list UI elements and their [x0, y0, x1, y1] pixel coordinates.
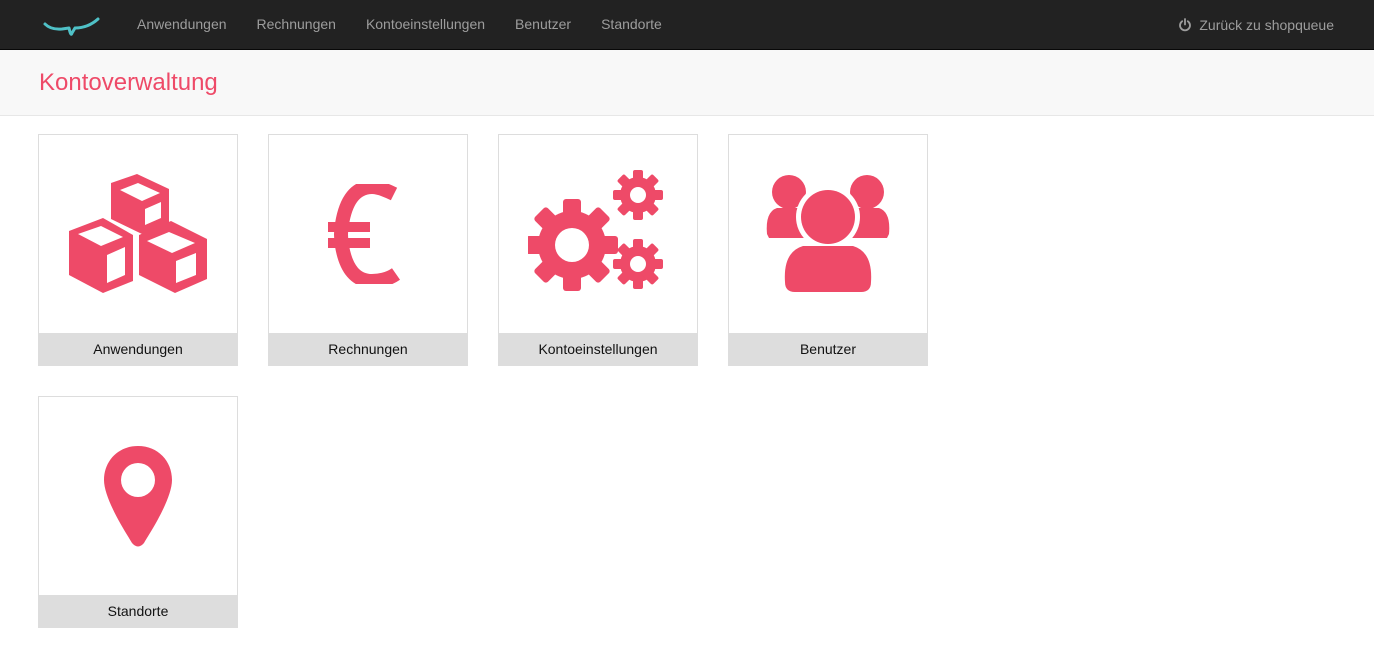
main-nav: Anwendungen Rechnungen Kontoeinstellunge…: [122, 0, 677, 50]
tile-icon-area: [499, 135, 697, 333]
tile-label: Benutzer: [729, 333, 927, 365]
tile-icon-area: [39, 397, 237, 595]
nav-link-standorte[interactable]: Standorte: [586, 0, 677, 50]
cubes-icon: [69, 174, 207, 293]
tile-benutzer[interactable]: Benutzer: [728, 134, 928, 366]
tile-standorte[interactable]: Standorte: [38, 396, 238, 628]
shopqueue-logo-icon[interactable]: [42, 11, 104, 39]
page-title: Kontoverwaltung: [39, 69, 218, 96]
tile-icon-area: [39, 135, 237, 333]
nav-link-anwendungen[interactable]: Anwendungen: [122, 0, 242, 50]
gears-icon: [528, 170, 663, 291]
tile-rechnungen[interactable]: Rechnungen: [268, 134, 468, 366]
tile-icon-area: [269, 135, 467, 333]
nav-link-benutzer[interactable]: Benutzer: [500, 0, 586, 50]
tile-kontoeinstellungen[interactable]: Kontoeinstellungen: [498, 134, 698, 366]
map-marker-icon: [104, 446, 172, 547]
tile-label: Anwendungen: [39, 333, 237, 365]
back-to-shopqueue-link[interactable]: Zurück zu shopqueue: [1178, 0, 1334, 50]
euro-icon: [328, 184, 401, 284]
tile-label: Standorte: [39, 595, 237, 627]
nav-link-kontoeinstellungen[interactable]: Kontoeinstellungen: [351, 0, 500, 50]
tile-label: Kontoeinstellungen: [499, 333, 697, 365]
power-icon: [1179, 18, 1192, 32]
nav-link-rechnungen[interactable]: Rechnungen: [242, 0, 351, 50]
tile-label: Rechnungen: [269, 333, 467, 365]
users-icon: [766, 175, 890, 292]
tile-icon-area: [729, 135, 927, 333]
tile-anwendungen[interactable]: Anwendungen: [38, 134, 238, 366]
page-header: Kontoverwaltung: [0, 50, 1374, 116]
top-navbar: Anwendungen Rechnungen Kontoeinstellunge…: [0, 0, 1374, 50]
back-link-label: Zurück zu shopqueue: [1199, 17, 1334, 33]
